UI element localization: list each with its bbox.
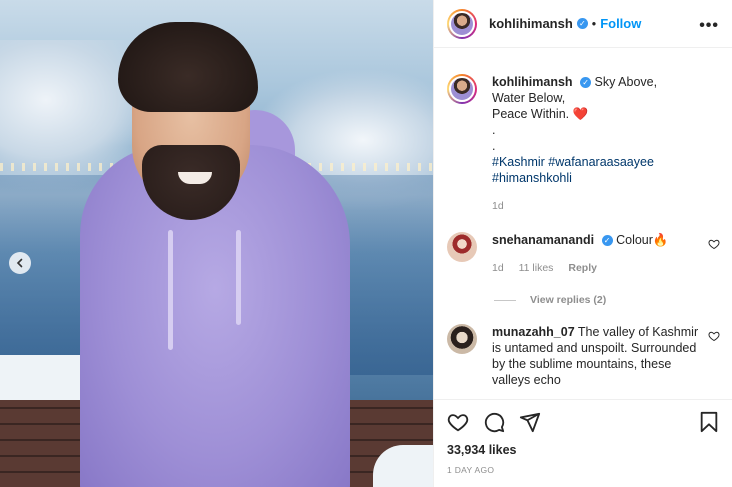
- post-header: kohlihimansh ✓ • Follow •••: [434, 0, 732, 48]
- comment: snehanamanandi ✓ Colour🔥 1d 11 likes Rep…: [447, 232, 720, 276]
- hoodie-string-left: [168, 230, 173, 350]
- caption-line-2: Water Below,: [492, 91, 566, 105]
- caption: kohlihimansh ✓ Sky Above, Water Below, P…: [447, 74, 720, 214]
- comment-like-heart-icon[interactable]: [708, 330, 720, 342]
- share-icon[interactable]: [519, 411, 541, 433]
- post-photo[interactable]: [0, 0, 433, 487]
- bookmark-icon[interactable]: [698, 411, 720, 433]
- comments-list[interactable]: kohlihimansh ✓ Sky Above, Water Below, P…: [434, 49, 732, 399]
- hoodie-string-right: [236, 230, 241, 325]
- verified-badge-icon: ✓: [576, 18, 588, 29]
- hair: [118, 22, 258, 112]
- heart-icon[interactable]: [447, 411, 469, 433]
- post-side-panel: kohlihimansh ✓ • Follow ••• kohlihimansh…: [433, 0, 732, 487]
- caption-line-3: Peace Within.: [492, 107, 570, 121]
- comment-username[interactable]: snehanamanandi: [492, 233, 594, 247]
- instagram-post: kohlihimansh ✓ • Follow ••• kohlihimansh…: [0, 0, 732, 487]
- comment-age[interactable]: 1d: [492, 262, 504, 274]
- comment: munazahh_07 The valley of Kashmir is unt…: [447, 324, 720, 388]
- verified-badge-icon: ✓: [580, 77, 592, 88]
- caption-dot-2: .: [492, 139, 496, 153]
- view-replies-button[interactable]: View replies (2): [494, 294, 720, 306]
- comment-avatar[interactable]: [447, 324, 477, 354]
- prev-photo-button[interactable]: [9, 252, 31, 274]
- follow-button[interactable]: Follow: [600, 16, 641, 31]
- view-replies-label: View replies (2): [530, 294, 607, 306]
- comment-text: Colour🔥: [616, 233, 669, 247]
- view-replies-line: [494, 299, 516, 301]
- chevron-left-icon: [16, 258, 23, 268]
- more-options-icon[interactable]: •••: [699, 17, 719, 35]
- hashtags-1[interactable]: #Kashmir #wafanaraasaayee: [492, 155, 654, 169]
- like-count[interactable]: 33,934 likes: [447, 443, 720, 457]
- separator-dot: •: [591, 16, 597, 31]
- heart-emoji: ❤️: [572, 107, 589, 121]
- reply-button[interactable]: Reply: [568, 262, 597, 274]
- comment-meta: 1d 11 likes Reply: [492, 260, 706, 276]
- post-actions: 33,934 likes 1 DAY AGO: [434, 399, 732, 487]
- caption-dot-1: .: [492, 123, 496, 137]
- hashtags-2[interactable]: #himanshkohli: [492, 171, 572, 185]
- caption-line-1: Sky Above,: [594, 75, 658, 89]
- action-bar: [447, 410, 720, 434]
- caption-age[interactable]: 1d: [492, 200, 504, 212]
- comment-avatar[interactable]: [447, 232, 477, 262]
- caption-avatar[interactable]: [447, 74, 477, 104]
- verified-badge-icon: ✓: [601, 235, 613, 246]
- comment-like-heart-icon[interactable]: [708, 238, 720, 250]
- avatar[interactable]: [447, 8, 477, 39]
- caption-meta: 1d: [492, 198, 706, 214]
- header-username[interactable]: kohlihimansh: [489, 16, 573, 31]
- comment-icon[interactable]: [483, 411, 505, 433]
- comment-username[interactable]: munazahh_07: [492, 325, 575, 339]
- caption-username[interactable]: kohlihimansh: [492, 75, 573, 89]
- comment-likes[interactable]: 11 likes: [519, 262, 554, 274]
- post-timestamp[interactable]: 1 DAY AGO: [447, 465, 720, 475]
